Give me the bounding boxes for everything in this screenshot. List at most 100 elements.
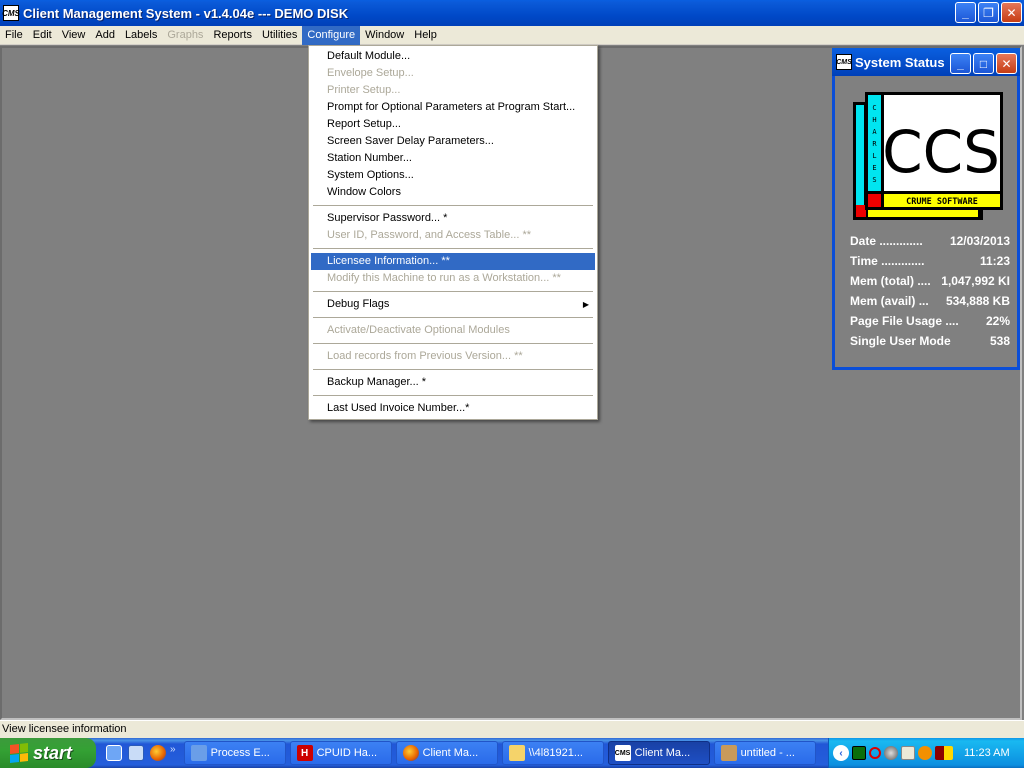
task-button[interactable]: CMS Client Ma... [607, 741, 710, 765]
tray-collapse-icon[interactable]: ‹ [833, 745, 849, 761]
menu-item-label: Last Used Invoice Number...* [327, 402, 470, 414]
menu-window[interactable]: Window [360, 26, 409, 45]
menu-item-label: Station Number... [327, 152, 412, 164]
task-label: untitled - ... [740, 747, 795, 759]
menu-labels[interactable]: Labels [120, 26, 162, 45]
menu-separator [313, 291, 593, 292]
stat-row: Mem (avail) ... 534,888 KB [850, 294, 1010, 314]
window-title: Client Management System - v1.4.04e --- … [23, 5, 349, 21]
close-button[interactable]: ✕ [1001, 2, 1022, 23]
stat-row: Time ............. 11:23 [850, 254, 1010, 274]
zonealarm-icon[interactable] [935, 746, 953, 760]
system-stats: Date ............. 12/03/2013 Time ......… [850, 234, 1010, 354]
firefox-icon [402, 745, 419, 761]
menu-separator [313, 248, 593, 249]
stat-label: Page File Usage .... [850, 314, 959, 328]
menu-item-default-module[interactable]: Default Module... [311, 48, 595, 65]
avast-icon[interactable] [918, 746, 932, 760]
status-close-button[interactable]: ✕ [996, 53, 1017, 74]
volume-icon[interactable] [884, 746, 898, 760]
stat-label: Time ............. [850, 254, 925, 268]
stat-label: Mem (avail) ... [850, 294, 929, 308]
quick-launch [106, 745, 166, 761]
outlook-icon[interactable] [128, 745, 144, 761]
task-button[interactable]: H CPUID Ha... [289, 741, 392, 765]
menu-item-backup-manager[interactable]: Backup Manager... * [311, 374, 595, 391]
menu-item-label: Supervisor Password... * [327, 212, 448, 224]
submenu-arrow-icon: ▶ [582, 300, 589, 309]
stat-value: 1,047,992 KI [941, 274, 1010, 288]
menu-reports[interactable]: Reports [208, 26, 257, 45]
menu-edit[interactable]: Edit [28, 26, 57, 45]
menu-item-supervisor-password[interactable]: Supervisor Password... * [311, 210, 595, 227]
network-monitor-icon[interactable] [852, 746, 866, 760]
status-bar: View licensee information [0, 720, 1024, 738]
firefox-icon[interactable] [150, 745, 166, 761]
menu-item-prompt-for-optional-parameters-at-program-start[interactable]: Prompt for Optional Parameters at Progra… [311, 99, 595, 116]
menu-item-window-colors[interactable]: Window Colors [311, 184, 595, 201]
stat-row: Date ............. 12/03/2013 [850, 234, 1010, 254]
menu-item-label: Backup Manager... * [327, 376, 427, 388]
menu-separator [313, 343, 593, 344]
clock[interactable]: 11:23 AM [964, 747, 1010, 759]
app-icon[interactable]: CMS [2, 5, 20, 21]
menu-add[interactable]: Add [90, 26, 120, 45]
stat-value: 534,888 KB [945, 294, 1010, 308]
menu-item-licensee-information[interactable]: Licensee Information... ** [311, 253, 595, 270]
cms-icon: CMS [614, 745, 631, 761]
menu-view[interactable]: View [57, 26, 91, 45]
start-button[interactable]: start [0, 738, 96, 768]
task-button[interactable]: untitled - ... [713, 741, 816, 765]
menu-item-system-options[interactable]: System Options... [311, 167, 595, 184]
menu-item-activate-deactivate-optional-modules[interactable]: Activate/Deactivate Optional Modules [311, 322, 595, 339]
menu-item-label: Load records from Previous Version... ** [327, 350, 523, 362]
menu-separator [313, 317, 593, 318]
title-bar: CMS Client Management System - v1.4.04e … [0, 0, 1024, 26]
restore-button[interactable]: ❐ [978, 2, 999, 23]
menu-graphs[interactable]: Graphs [162, 26, 208, 45]
show-desktop-icon[interactable] [106, 745, 122, 761]
stat-value: 22% [985, 314, 1010, 328]
menu-item-label: Prompt for Optional Parameters at Progra… [327, 101, 576, 113]
menu-item-report-setup[interactable]: Report Setup... [311, 116, 595, 133]
menu-item-station-number[interactable]: Station Number... [311, 150, 595, 167]
menu-help[interactable]: Help [409, 26, 442, 45]
menu-item-label: Window Colors [327, 186, 401, 198]
menu-item-label: Default Module... [327, 50, 411, 62]
menu-configure[interactable]: Configure [302, 25, 361, 45]
task-button[interactable]: \\4l81921... [501, 741, 604, 765]
quick-launch-overflow-icon[interactable]: » [170, 744, 176, 755]
stat-value: 11:23 [979, 254, 1010, 268]
system-status-window: CMS System Status _ □ ✕ CHARLES CCS CRUM… [832, 48, 1020, 370]
minimize-icon: _ [957, 56, 964, 71]
system-tray: ‹ 11:23 AM [828, 738, 1024, 768]
menu-item-user-id-password-and-access-table[interactable]: User ID, Password, and Access Table... *… [311, 227, 595, 244]
menu-item-debug-flags[interactable]: Debug Flags ▶ [311, 296, 595, 313]
menu-item-load-records-from-previous-version[interactable]: Load records from Previous Version... ** [311, 348, 595, 365]
task-button[interactable]: Process E... [183, 741, 286, 765]
stat-label: Single User Mode [850, 334, 951, 348]
menu-file[interactable]: File [0, 26, 28, 45]
blank-app-icon[interactable] [901, 746, 915, 760]
menu-item-screen-saver-delay-parameters[interactable]: Screen Saver Delay Parameters... [311, 133, 595, 150]
system-status-title: System Status [855, 54, 945, 70]
logo-letters: CCS [882, 118, 1000, 186]
taskbar: start » Process E... H CPUID Ha... Client M… [0, 738, 1024, 768]
pen-icon[interactable] [869, 747, 881, 759]
menu-item-label: Printer Setup... [327, 84, 401, 96]
menu-item-label: User ID, Password, and Access Table... *… [327, 229, 531, 241]
status-maximize-button[interactable]: □ [973, 53, 994, 74]
stat-value: 538 [989, 334, 1010, 348]
task-button[interactable]: Client Ma... [395, 741, 498, 765]
stat-row: Mem (total) .... 1,047,992 KI [850, 274, 1010, 294]
minimize-icon: _ [962, 5, 969, 20]
stat-label: Date ............. [850, 234, 923, 248]
menu-item-printer-setup[interactable]: Printer Setup... [311, 82, 595, 99]
status-minimize-button[interactable]: _ [950, 53, 971, 74]
minimize-button[interactable]: _ [955, 2, 976, 23]
restore-icon: ❐ [983, 5, 994, 20]
menu-item-envelope-setup[interactable]: Envelope Setup... [311, 65, 595, 82]
menu-utilities[interactable]: Utilities [257, 26, 302, 45]
menu-item-modify-this-machine-to-run-as-a-workstation[interactable]: Modify this Machine to run as a Workstat… [311, 270, 595, 287]
menu-item-last-used-invoice-number[interactable]: Last Used Invoice Number...* [311, 400, 595, 417]
